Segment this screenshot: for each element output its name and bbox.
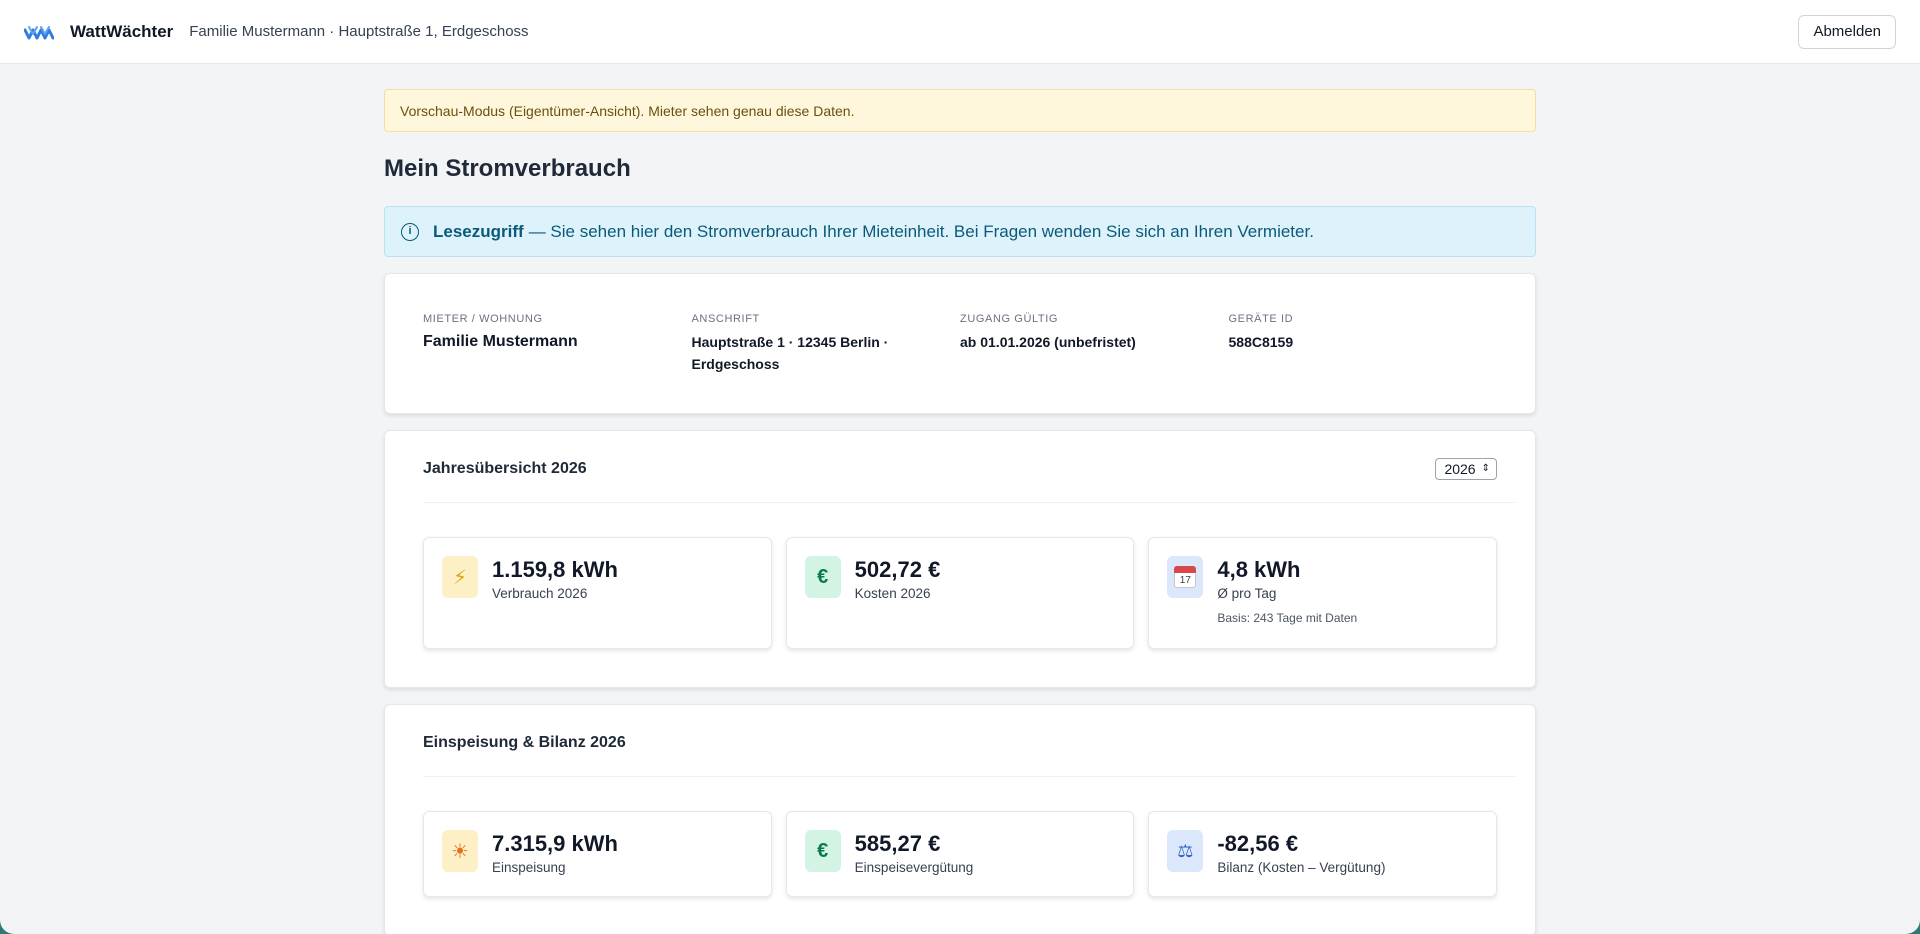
- page-title: Mein Stromverbrauch: [384, 155, 631, 182]
- detail-label: MIETER / WOHNUNG: [423, 313, 543, 325]
- main-content: Vorschau-Modus (Eigentümer-Ansicht). Mie…: [384, 64, 1536, 934]
- stat-feed-in-compensation: € 585,27 € Einspeisevergütung: [785, 811, 1135, 897]
- stat-label: Einspeisung: [492, 860, 566, 875]
- detail-value: Hauptstraße 1 · 12345 Berlin · Erdgescho…: [691, 334, 889, 372]
- section-header: Jahresübersicht 2026 2026 ⇕: [423, 431, 1515, 503]
- stat-value: 585,27 €: [854, 831, 941, 856]
- app-window: WattWächter Familie Mustermann · Hauptst…: [0, 0, 1920, 934]
- preview-mode-banner: Vorschau-Modus (Eigentümer-Ansicht). Mie…: [384, 89, 1536, 132]
- stat-label: Verbrauch 2026: [492, 586, 588, 601]
- stat-feed-in: ☀ 7.315,9 kWh Einspeisung: [423, 811, 772, 897]
- feed-in-stats: ☀ 7.315,9 kWh Einspeisung € 585,27 € Ein…: [423, 777, 1498, 934]
- detail-value: Familie Mustermann: [423, 333, 578, 350]
- stat-value: 1.159,8 kWh: [492, 557, 618, 582]
- stat-value: 502,72 €: [854, 557, 941, 582]
- detail-device-id: GERÄTE ID 588C8159: [1229, 313, 1498, 413]
- calendar-icon: 17: [1167, 556, 1204, 598]
- calendar-day: 17: [1174, 566, 1197, 588]
- brand-name: WattWächter: [70, 21, 174, 41]
- detail-access-valid: ZUGANG GÜLTIG ab 01.01.2026 (unbefristet…: [960, 313, 1229, 413]
- stat-balance: ⚖ -82,56 € Bilanz (Kosten – Vergütung): [1148, 811, 1498, 897]
- lightning-icon: ⚡: [442, 556, 478, 598]
- logout-button[interactable]: Abmelden: [1798, 14, 1896, 49]
- feed-in-card: Einspeisung & Bilanz 2026 ☀ 7.315,9 kWh …: [384, 704, 1536, 934]
- stat-label: Bilanz (Kosten – Vergütung): [1217, 860, 1386, 875]
- read-access-banner: i Lesezugriff — Sie sehen hier den Strom…: [384, 206, 1536, 257]
- read-access-text: — Sie sehen hier den Stromverbrauch Ihre…: [528, 221, 1314, 241]
- year-overview-card: Jahresübersicht 2026 2026 ⇕ ⚡ 1.159,8 kW…: [384, 430, 1536, 688]
- chevron-updown-icon: ⇕: [1481, 462, 1490, 474]
- top-bar: WattWächter Familie Mustermann · Hauptst…: [0, 0, 1920, 64]
- stat-costs: € 502,72 € Kosten 2026: [785, 537, 1135, 649]
- wattwaechter-logo-icon: [24, 25, 54, 39]
- euro-icon: €: [804, 556, 841, 598]
- sun-icon: ☀: [442, 830, 478, 872]
- stat-consumption: ⚡ 1.159,8 kWh Verbrauch 2026: [423, 537, 772, 649]
- detail-label: GERÄTE ID: [1228, 313, 1294, 325]
- stat-note: Basis: 243 Tage mit Daten: [1217, 611, 1358, 625]
- year-stats: ⚡ 1.159,8 kWh Verbrauch 2026 € 502,72 € …: [423, 503, 1498, 687]
- stat-label: Ø pro Tag: [1217, 586, 1277, 601]
- detail-address: ANSCHRIFT Hauptstraße 1 · 12345 Berlin ·…: [692, 313, 961, 413]
- year-select-value: 2026: [1444, 460, 1476, 477]
- stat-label: Kosten 2026: [854, 586, 931, 601]
- section-title: Einspeisung & Bilanz 2026: [423, 733, 626, 751]
- stat-daily-average: 17 4,8 kWh Ø pro Tag Basis: 243 Tage mit…: [1148, 537, 1498, 649]
- section-header: Einspeisung & Bilanz 2026: [423, 705, 1515, 777]
- euro-icon: €: [804, 830, 841, 872]
- detail-value: 588C8159: [1228, 334, 1294, 350]
- stat-label: Einspeisevergütung: [854, 860, 974, 875]
- read-access-label: Lesezugriff: [433, 221, 524, 241]
- detail-value: ab 01.01.2026 (unbefristet): [960, 334, 1136, 350]
- detail-tenant: MIETER / WOHNUNG Familie Mustermann: [423, 313, 692, 413]
- section-title: Jahresübersicht 2026: [423, 459, 587, 477]
- detail-label: ANSCHRIFT: [691, 313, 760, 325]
- household-subtitle: Familie Mustermann · Hauptstraße 1, Erdg…: [189, 23, 529, 40]
- stat-value: -82,56 €: [1217, 831, 1299, 856]
- scales-icon: ⚖: [1167, 830, 1204, 872]
- stat-value: 7.315,9 kWh: [492, 831, 618, 856]
- year-select[interactable]: 2026 ⇕: [1435, 457, 1497, 480]
- detail-label: ZUGANG GÜLTIG: [960, 313, 1059, 325]
- info-circle-icon: i: [401, 222, 419, 241]
- tenant-details-card: MIETER / WOHNUNG Familie Mustermann ANSC…: [384, 273, 1536, 414]
- stat-value: 4,8 kWh: [1217, 557, 1301, 582]
